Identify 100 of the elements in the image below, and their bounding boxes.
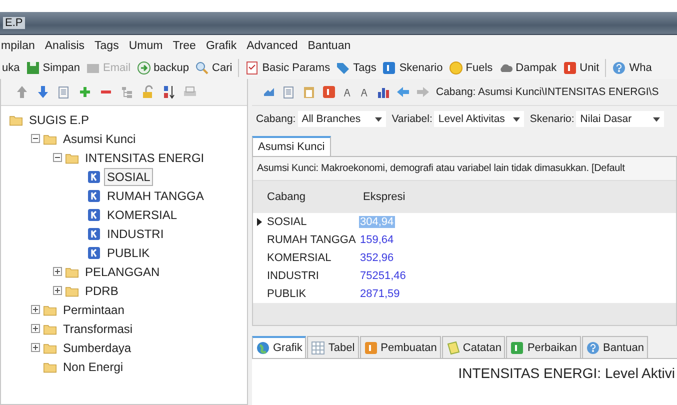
key-variable-icon [87, 246, 101, 260]
toolbar-button[interactable]: backup [134, 60, 192, 74]
key-variable-icon [87, 188, 101, 202]
caret-icon [374, 116, 382, 122]
font-size-icon[interactable] [342, 86, 353, 98]
table-cell[interactable]: 352,96 [359, 252, 395, 264]
square-icon [322, 85, 336, 99]
tree-node[interactable]: SOSIAL [104, 168, 154, 186]
dropdown[interactable]: All Branches [298, 111, 386, 127]
tab[interactable]: Bantuan [582, 336, 648, 358]
expand-toggle[interactable] [31, 305, 40, 314]
document-icon[interactable] [282, 85, 296, 99]
tree-node[interactable]: PUBLIK [104, 244, 153, 262]
table-cell[interactable]: 159,64 [359, 234, 395, 246]
toolbar-button[interactable]: Unit [560, 60, 602, 74]
toolbar-button[interactable]: Basic Params [243, 60, 332, 74]
tree-node[interactable]: Permintaan [60, 300, 128, 318]
menu-item[interactable]: Analisis [44, 40, 86, 52]
expand-toggle[interactable] [31, 343, 40, 352]
dropdown[interactable]: Nilai Dasar [576, 111, 664, 127]
down-arrow-icon[interactable] [36, 85, 50, 99]
table-cell-text: RUMAH TANGGA [266, 234, 357, 246]
notepad-icon [446, 340, 460, 354]
square-icon [382, 60, 396, 74]
floppy-icon [26, 60, 40, 74]
document-icon[interactable] [57, 85, 71, 99]
filter-label: Variabel: [392, 113, 432, 125]
tree-node[interactable]: INTENSITAS ENERGI [82, 148, 208, 166]
toolbar-button[interactable]: uka [0, 62, 22, 74]
up-arrow-icon[interactable] [15, 85, 29, 99]
plus-icon[interactable] [78, 85, 92, 99]
toolbar-button[interactable]: Dampak [496, 60, 559, 74]
table-cell-text: KOMERSIAL [266, 252, 332, 264]
key-variable-icon [87, 226, 101, 240]
backup-icon [136, 60, 151, 74]
menu-item[interactable]: Tags [94, 40, 120, 52]
tag-icon [336, 60, 350, 74]
key-variable-icon [87, 208, 101, 222]
menu-item[interactable]: Tree [172, 40, 197, 52]
menu-item[interactable]: Grafik [204, 40, 238, 52]
expand-toggle[interactable] [31, 324, 40, 333]
checklist-icon [245, 60, 260, 74]
expand-toggle[interactable] [53, 267, 62, 276]
collapse-toggle[interactable] [53, 153, 62, 162]
caret-icon [512, 116, 520, 122]
collapse-toggle[interactable] [31, 134, 40, 143]
square-icon [510, 340, 524, 354]
caret-icon [653, 116, 660, 122]
toolbar-button[interactable]: Cari [193, 60, 234, 74]
globe-icon [256, 341, 270, 355]
menu-item[interactable]: Bantuan [306, 40, 352, 52]
toolbar-button[interactable]: Simpan [24, 60, 82, 74]
tree-node[interactable]: Asumsi Kunci [60, 130, 139, 148]
tree-node[interactable]: SUGIS E.P [26, 110, 92, 128]
tab[interactable]: Tabel [307, 336, 359, 358]
branch-path: Cabang: Asumsi Kunci\INTENSITAS ENERGI\S [436, 86, 659, 98]
tab[interactable]: Pembuatan [360, 336, 441, 358]
dropdown[interactable]: Level Aktivitas [434, 111, 524, 127]
table-cell-text: SOSIAL [266, 216, 308, 228]
printer-icon[interactable] [183, 85, 197, 99]
key-variable-icon [87, 170, 101, 184]
grid-icon [311, 340, 326, 354]
table-cell[interactable]: 75251,46 [359, 270, 407, 282]
tab[interactable]: Asumsi Kunci [252, 136, 331, 156]
menu-item[interactable]: mpilan [0, 40, 36, 52]
tree-node[interactable]: Sumberdaya [60, 338, 134, 356]
tree-icon[interactable] [120, 85, 134, 99]
help-icon [612, 60, 626, 74]
tab[interactable]: Catatan [442, 336, 506, 358]
back-arrow-icon[interactable] [396, 85, 410, 99]
window-title: E.P [3, 17, 25, 29]
coin-icon [448, 60, 463, 74]
tree-node[interactable]: Transformasi [60, 320, 136, 338]
padlock-icon[interactable] [141, 85, 155, 99]
toolbar-button[interactable]: Skenario [380, 60, 445, 74]
toolbar-button[interactable]: Wha [610, 60, 654, 74]
chart-title: INTENSITAS ENERGI: Level Aktivi [458, 365, 676, 383]
table-cell[interactable]: 2871,59 [359, 288, 401, 300]
tree-node[interactable]: KOMERSIAL [104, 206, 180, 224]
clipboard-icon[interactable] [302, 85, 316, 99]
menu-item[interactable]: Umum [128, 40, 164, 52]
tree-node[interactable]: Non Energi [60, 358, 126, 376]
tree-node[interactable]: PDRB [82, 282, 122, 300]
tab[interactable]: Perbaikan [506, 336, 581, 358]
bar-chart-icon[interactable] [376, 85, 390, 99]
sort-icon[interactable] [162, 85, 176, 99]
toolbar-button[interactable]: Tags [334, 60, 378, 74]
tab[interactable]: Grafik [252, 336, 306, 358]
tree-node[interactable]: RUMAH TANGGA [104, 186, 207, 204]
menu-item[interactable]: Advanced [246, 40, 299, 52]
table-cell-text: INDUSTRI [266, 270, 320, 282]
tree-node[interactable]: INDUSTRI [104, 224, 167, 242]
font-size-icon[interactable] [359, 86, 370, 98]
toolbar-button[interactable]: Fuels [446, 60, 495, 74]
filter-label: Cabang: [256, 113, 296, 125]
help-icon [586, 340, 600, 354]
square-icon [364, 340, 378, 354]
expand-toggle[interactable] [53, 286, 62, 295]
square-icon [562, 60, 577, 74]
tree-node[interactable]: PELANGGAN [82, 262, 163, 280]
